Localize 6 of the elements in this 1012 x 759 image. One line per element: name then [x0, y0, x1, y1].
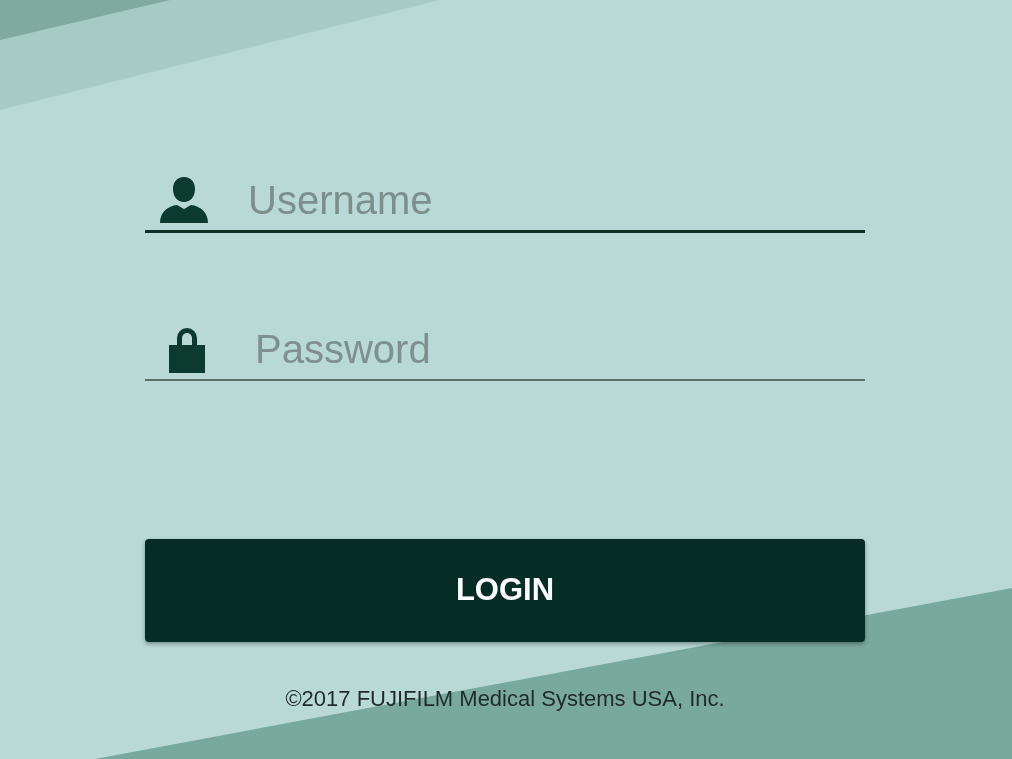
input-field[interactable]: Password: [255, 319, 865, 379]
input-field[interactable]: Username: [248, 170, 865, 230]
user-icon: [160, 177, 208, 223]
login-button[interactable]: LOGIN: [145, 539, 865, 642]
lock-icon: [169, 325, 205, 373]
copyright-text: ©2017 FUJIFILM Medical Systems USA, Inc.: [284, 685, 726, 713]
